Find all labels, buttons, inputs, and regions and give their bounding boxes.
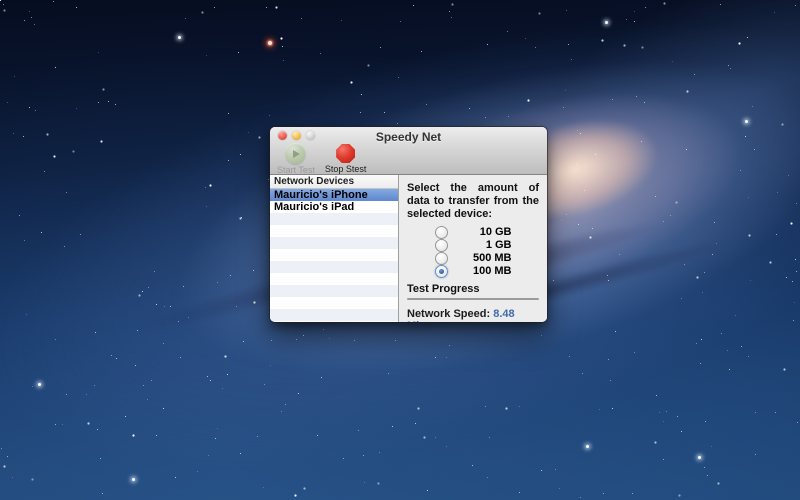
- stop-test-button[interactable]: Stop Stest: [325, 143, 367, 174]
- device-row-empty[interactable]: [270, 237, 398, 249]
- traffic-lights: [278, 131, 315, 140]
- start-test-label: Start Test: [277, 165, 315, 175]
- settings-panel: Select the amount of data to transfer fr…: [399, 175, 547, 322]
- device-rows: Mauricio's iPhone Mauricio's iPad: [270, 189, 398, 322]
- window-titlebar[interactable]: Speedy Net: [270, 127, 547, 143]
- instruction-text: Select the amount of data to transfer fr…: [407, 182, 539, 221]
- window-content: Network Devices Mauricio's iPhone Mauric…: [270, 175, 547, 322]
- device-row-empty[interactable]: [270, 309, 398, 321]
- device-row-ipad[interactable]: Mauricio's iPad: [270, 201, 398, 213]
- stop-test-label: Stop Stest: [325, 164, 367, 174]
- radio-option-100mb[interactable]: 100 MB: [435, 265, 512, 277]
- radio-option-1gb[interactable]: 1 GB: [435, 239, 512, 251]
- start-test-button[interactable]: Start Test: [277, 143, 315, 175]
- radio-option-500mb[interactable]: 500 MB: [435, 252, 512, 264]
- radio-option-10gb[interactable]: 10 GB: [435, 226, 512, 238]
- speedy-net-window: Speedy Net Start Test Stop Stest Network…: [270, 127, 547, 322]
- stop-icon: [336, 144, 355, 163]
- device-row-iphone[interactable]: Mauricio's iPhone: [270, 189, 398, 201]
- device-list: Network Devices Mauricio's iPhone Mauric…: [270, 175, 399, 322]
- test-progress-bar: [407, 298, 539, 300]
- stats-area: Network Speed: 8.48 Mbps Latency: 47.63 …: [407, 308, 539, 322]
- toolbar: Start Test Stop Stest: [270, 143, 547, 174]
- test-progress-label: Test Progress: [407, 283, 539, 295]
- radio-label: 1 GB: [464, 239, 512, 251]
- zoom-button[interactable]: [306, 131, 315, 140]
- radio-button-icon: [435, 265, 448, 278]
- device-list-header: Network Devices: [270, 175, 398, 189]
- device-row-empty[interactable]: [270, 273, 398, 285]
- network-speed-label: Network Speed:: [407, 308, 490, 320]
- minimize-button[interactable]: [292, 131, 301, 140]
- radio-label: 100 MB: [464, 265, 512, 277]
- device-row-empty[interactable]: [270, 249, 398, 261]
- radio-label: 10 GB: [464, 226, 512, 238]
- radio-button-icon: [435, 226, 448, 239]
- data-amount-radio-group: 10 GB 1 GB 500 MB 100 MB: [407, 226, 539, 277]
- device-row-empty[interactable]: [270, 213, 398, 225]
- close-button[interactable]: [278, 131, 287, 140]
- radio-label: 500 MB: [464, 252, 512, 264]
- window-chrome: Speedy Net Start Test Stop Stest: [270, 127, 547, 175]
- device-row-empty[interactable]: [270, 297, 398, 309]
- radio-button-icon: [435, 239, 448, 252]
- device-row-empty[interactable]: [270, 225, 398, 237]
- play-icon: [285, 143, 306, 164]
- device-row-empty[interactable]: [270, 285, 398, 297]
- device-row-empty[interactable]: [270, 321, 398, 322]
- device-row-empty[interactable]: [270, 261, 398, 273]
- radio-button-icon: [435, 252, 448, 265]
- desktop-wallpaper: Speedy Net Start Test Stop Stest Network…: [0, 0, 800, 500]
- network-speed-line: Network Speed: 8.48 Mbps: [407, 308, 539, 322]
